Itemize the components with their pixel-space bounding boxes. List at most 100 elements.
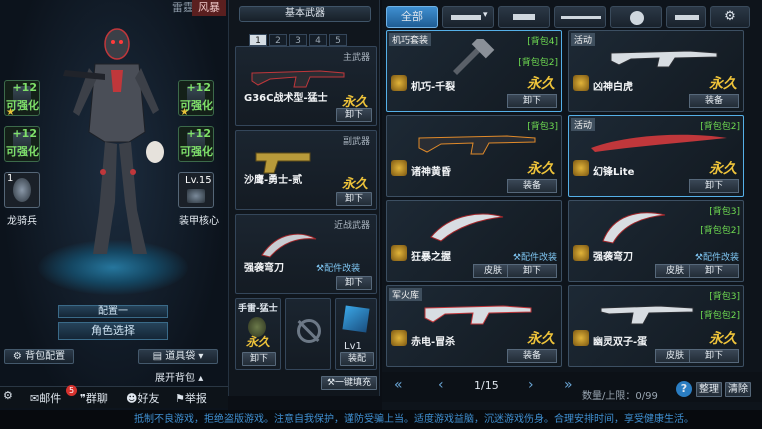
equip-slot-3[interactable]: +12 可强化 ★ [178,80,214,118]
knife-icon [675,15,699,20]
permanent-label: 永久 [342,177,369,192]
star-icon: ★ [6,107,15,118]
team-chat-button[interactable]: ❞群聊 [80,390,108,406]
inventory-item[interactable]: 机巧套装 [背包4] [背包包2] 机巧-千裂 永久 卸下 [386,30,562,112]
mod-link[interactable]: ⚒配件改装 [316,261,360,274]
primary-weapon-card[interactable]: 主武器 G36C战术型-猛士 永久 卸下 [235,46,377,126]
auto-equip-button[interactable]: ⚒一键填充 [321,376,377,390]
sniper-rifle-icon [418,135,536,155]
ammo-box-label: 道具袋 [165,351,196,362]
armor-level: Lv.15 [185,175,212,186]
melee-weapon-card[interactable]: 近战武器 强袭弯刀 ⚒配件改装 卸下 [235,214,377,294]
item-action-button[interactable]: 装备 [507,349,557,363]
unequip-button[interactable]: 卸下 [242,352,276,366]
slot-plus: +12 [186,81,211,94]
tab-pistol[interactable] [498,6,550,28]
item-action-button[interactable]: 装备 [689,94,739,108]
character-model[interactable] [55,22,175,262]
item-action-button[interactable]: 卸下 [507,264,557,278]
brand-icon [573,75,589,91]
mod-link[interactable]: ⚒配件改装 [513,250,557,263]
bottom-toolbar: ⚙ ✉邮件 5 ❞群聊 ☻好友 ⚑举报 [0,385,228,408]
report-button[interactable]: ⚑举报 [175,390,207,406]
sort-button[interactable]: 整理 [696,382,722,397]
rider-portrait-icon [13,178,31,202]
rifle-icon [424,305,532,325]
grenade-card[interactable]: 手雷-猛士 永久 卸下 [235,298,281,370]
equip-slot-1[interactable]: +12 可强化 ★ [4,80,40,118]
item-action-button[interactable]: 卸下 [689,179,739,193]
unequip-button[interactable]: 卸下 [336,192,372,206]
inventory-item[interactable]: 活动 [背包包2] 幻锋Lite 永久 卸下 [568,115,744,197]
inventory-item[interactable]: 军火库 赤电-冒杀 永久 装备 [386,285,562,367]
permanent-label: 永久 [527,161,555,177]
loadout-tab-5[interactable]: 5 [329,34,347,46]
mod-link[interactable]: ⚒配件改装 [695,250,739,263]
clear-button[interactable]: 清除 [725,382,751,397]
rider-label: 龙骑兵 [7,216,37,227]
item-action-button[interactable]: 卸下 [689,349,739,363]
expand-bag-link[interactable]: 展开背包 ▴ [155,369,203,384]
equip-slot-2[interactable]: +12 可强化 [4,126,40,162]
item-name: 幽灵双子-蛋 [593,337,648,348]
ammo-box-button[interactable]: ▤ 道具袋 ▾ [138,349,218,364]
unequip-button[interactable]: 卸下 [336,108,372,122]
unequip-button[interactable]: 卸下 [336,276,372,290]
category-label: 主武器 [342,53,370,63]
character-panel: 雷霆 风暴 +12 可强化 ★ +12 可强化 +12 可强化 ★ +12 可强… [0,0,228,429]
mail-button[interactable]: ✉邮件 [30,390,61,406]
item-action-button[interactable]: 卸下 [507,94,557,108]
tab-rifle[interactable]: ▾ [442,6,494,28]
bag-config-button[interactable]: ⚙ 背包配置 [4,349,74,364]
brand-icon [391,160,407,176]
item-action-button[interactable]: 装备 [507,179,557,193]
rifle-icon [451,15,481,20]
tab-all[interactable]: 全部 [386,6,438,28]
loadout-panel: 基本武器 1 2 3 4 5 主武器 G36C战术型-猛士 永久 卸下 副武器 … [228,0,380,396]
rider-count: 1 [7,173,14,184]
first-page-icon[interactable]: « [394,377,403,393]
item-tag: 机巧套装 [389,33,432,46]
settings-icon[interactable]: ⚙ [3,389,13,402]
config-label[interactable]: 配置一 [58,305,168,318]
extra-item-card[interactable]: Lv1 装配 [335,298,377,370]
inventory-item[interactable]: [背包3] [背包包2] 强袭弯刀 ⚒配件改装 皮肤 卸下 [568,200,744,282]
role-select-button[interactable]: 角色选择 [58,322,168,340]
inventory-item[interactable]: [背包3] [背包包2] 幽灵双子-蛋 永久 皮肤 卸下 [568,285,744,367]
help-icon[interactable]: ? [676,381,692,397]
armor-core-slot[interactable]: Lv.15 [178,172,214,208]
bag-label: [背包3] [709,207,740,217]
last-page-icon[interactable]: » [564,377,573,393]
loadout-tab-2[interactable]: 2 [269,34,287,46]
faction-storm[interactable]: 风暴 [192,0,226,16]
tab-throwable[interactable] [610,6,662,28]
friends-label: 好友 [137,392,160,405]
item-action-button[interactable]: 卸下 [689,264,739,278]
loadout-tab-4[interactable]: 4 [309,34,327,46]
inventory-item[interactable]: 活动 凶神白虎 永久 装备 [568,30,744,112]
weapon-name: 强袭弯刀 [244,263,284,274]
rider-slot[interactable]: 1 [4,172,40,208]
prev-page-icon[interactable]: ‹ [438,377,444,393]
inventory-item[interactable]: 狂暴之握 ⚒配件改装 皮肤 卸下 [386,200,562,282]
friends-button[interactable]: ☻好友 [126,390,159,406]
auto-equip-label: 一键填充 [335,378,372,388]
tab-settings[interactable]: ⚙ [710,6,750,28]
inventory-item[interactable]: [背包3] 诸神黄昏 永久 装备 [386,115,562,197]
equip-slot-4[interactable]: +12 可强化 [178,126,214,162]
blade-icon [261,233,317,258]
slot-caption: 可强化 [6,145,39,158]
loadout-tab-3[interactable]: 3 [289,34,307,46]
brand-icon [573,160,589,176]
equip-button[interactable]: 装配 [340,352,374,366]
star-icon: ★ [180,107,189,118]
tab-sniper[interactable] [554,6,606,28]
rifle-icon [251,70,345,88]
page-indicator: 1/15 [474,379,499,392]
next-page-icon[interactable]: › [528,377,534,393]
item-level: Lv1 [344,341,362,352]
loadout-tab-1[interactable]: 1 [249,34,267,46]
secondary-weapon-card[interactable]: 副武器 沙鹰-勇士-贰 永久 卸下 [235,130,377,210]
tab-melee[interactable] [666,6,706,28]
empty-slot[interactable] [285,298,331,370]
